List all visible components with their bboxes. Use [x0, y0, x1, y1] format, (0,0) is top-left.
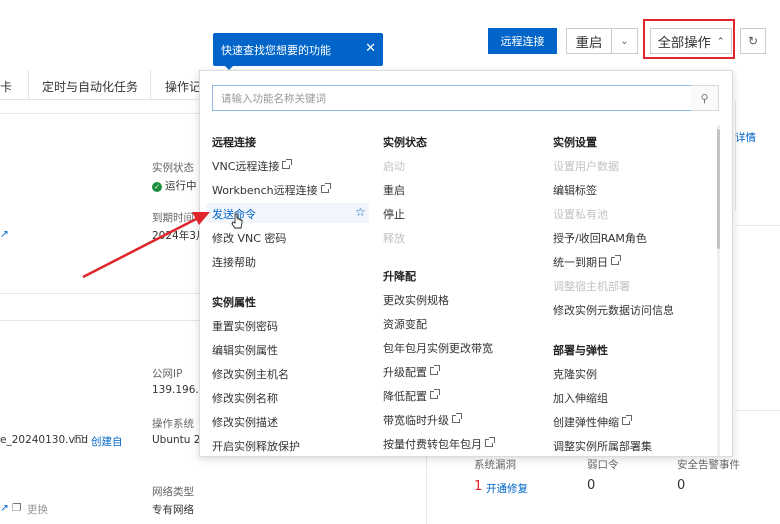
annotation-overlay — [82, 212, 243, 279]
red-arrow-line — [82, 214, 203, 279]
hand-cursor-icon — [231, 213, 243, 229]
